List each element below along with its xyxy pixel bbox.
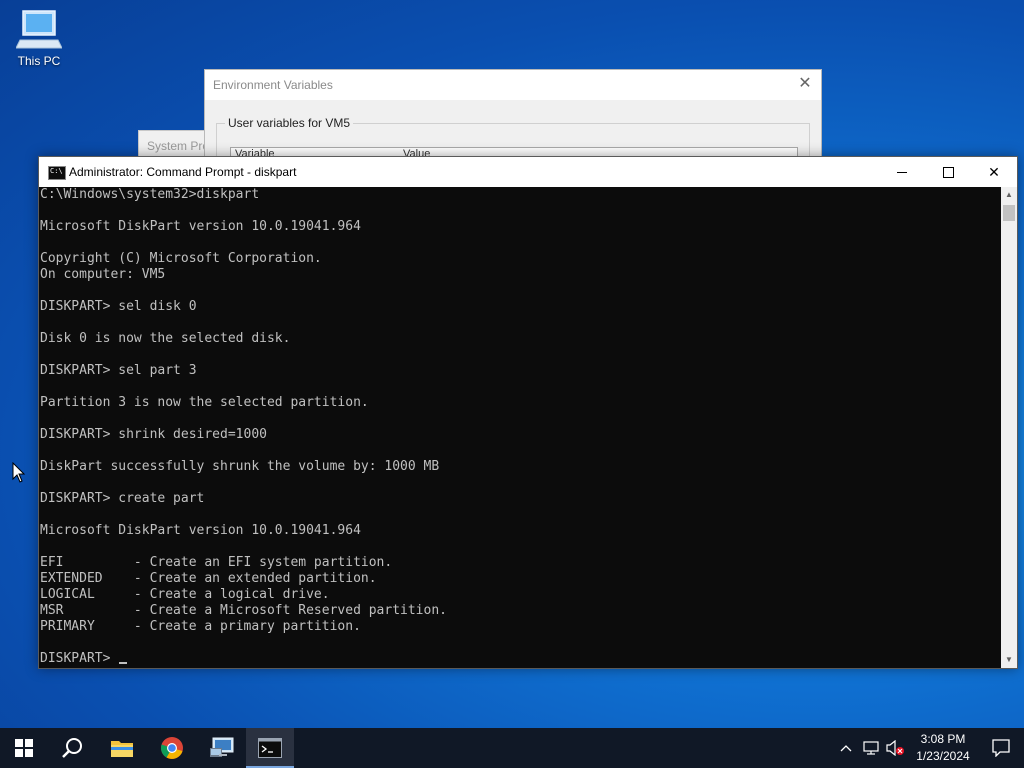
- console-line: On computer: VM5: [40, 267, 166, 282]
- console-line: MSR - Create a Microsoft Reserved partit…: [40, 603, 447, 618]
- taskbar-remote-desktop[interactable]: [198, 728, 246, 768]
- console-line: DiskPart successfully shrunk the volume …: [40, 459, 440, 474]
- taskbar-chrome[interactable]: [148, 728, 196, 768]
- scrollbar-thumb[interactable]: [1003, 205, 1015, 221]
- action-center-button[interactable]: [978, 728, 1024, 768]
- taskbar-clock[interactable]: 3:08 PM 1/23/2024: [908, 731, 978, 765]
- titlebar: Environment Variables ✕: [205, 70, 821, 100]
- console-line: EFI - Create an EFI system partition.: [40, 555, 393, 570]
- scroll-up-arrow-icon[interactable]: ▲: [1001, 187, 1017, 203]
- command-prompt-icon[interactable]: [48, 166, 66, 180]
- window-title: System Pro: [147, 139, 210, 153]
- desktop-icon-label: This PC: [17, 54, 61, 68]
- chevron-up-icon: [840, 745, 852, 752]
- titlebar[interactable]: Administrator: Command Prompt - diskpart…: [39, 157, 1017, 187]
- command-prompt-icon: [258, 738, 282, 758]
- scroll-down-arrow-icon[interactable]: ▼: [1001, 652, 1017, 668]
- search-icon: [62, 738, 82, 758]
- command-prompt-window[interactable]: Administrator: Command Prompt - diskpart…: [38, 156, 1018, 669]
- notification-icon: [992, 739, 1010, 757]
- console-line: Copyright (C) Microsoft Corporation.: [40, 251, 322, 266]
- console-line: DISKPART> sel disk 0: [40, 299, 197, 314]
- network-icon: [863, 741, 879, 755]
- console-line: LOGICAL - Create a logical drive.: [40, 587, 330, 602]
- desktop-icon-this-pc[interactable]: This PC: [10, 8, 68, 68]
- file-explorer-icon: [111, 741, 133, 757]
- network-status-button[interactable]: [860, 728, 882, 768]
- console-line: Microsoft DiskPart version 10.0.19041.96…: [40, 523, 361, 538]
- close-button[interactable]: ✕: [971, 157, 1017, 187]
- mouse-pointer-icon: [12, 462, 26, 483]
- start-button[interactable]: [0, 728, 48, 768]
- console-output[interactable]: C:\Windows\system32>diskpart Microsoft Di…: [39, 187, 1001, 668]
- group-label: User variables for VM5: [225, 116, 354, 130]
- clock-date: 1/23/2024: [916, 749, 970, 763]
- console-line: C:\Windows\system32>diskpart: [40, 187, 260, 202]
- search-button[interactable]: [48, 728, 96, 768]
- taskbar-command-prompt[interactable]: [246, 728, 294, 768]
- taskbar: 3:08 PM 1/23/2024: [0, 728, 1024, 768]
- close-button[interactable]: ✕: [795, 74, 815, 94]
- window-title: Administrator: Command Prompt - diskpart: [69, 165, 297, 179]
- volume-muted-icon: [886, 740, 904, 756]
- minimize-button[interactable]: [879, 157, 925, 187]
- console-line: EXTENDED - Create an extended partition.: [40, 571, 377, 586]
- remote-desktop-icon: [210, 737, 234, 757]
- console-line: DISKPART> sel part 3: [40, 363, 197, 378]
- console-prompt-line[interactable]: DISKPART>: [40, 651, 1001, 667]
- console-line: Disk 0 is now the selected disk.: [40, 331, 291, 346]
- console-line: Microsoft DiskPart version 10.0.19041.96…: [40, 219, 361, 234]
- console-line: PRIMARY - Create a primary partition.: [40, 619, 361, 634]
- vertical-scrollbar[interactable]: ▲ ▼: [1001, 187, 1017, 668]
- console-prompt: DISKPART>: [40, 651, 119, 666]
- console-line: DISKPART> shrink desired=1000: [40, 427, 267, 442]
- show-hidden-icons-button[interactable]: [836, 728, 856, 768]
- volume-button[interactable]: [884, 728, 906, 768]
- computer-icon: [16, 10, 62, 49]
- window-title: Environment Variables: [213, 78, 333, 92]
- console-line: Partition 3 is now the selected partitio…: [40, 395, 369, 410]
- clock-time: 3:08 PM: [920, 732, 966, 746]
- start-icon: [15, 739, 33, 757]
- console-line: DISKPART> create part: [40, 491, 205, 506]
- taskbar-file-explorer[interactable]: [98, 728, 146, 768]
- maximize-button[interactable]: [925, 157, 971, 187]
- text-cursor: [119, 662, 128, 664]
- chrome-icon: [161, 737, 183, 759]
